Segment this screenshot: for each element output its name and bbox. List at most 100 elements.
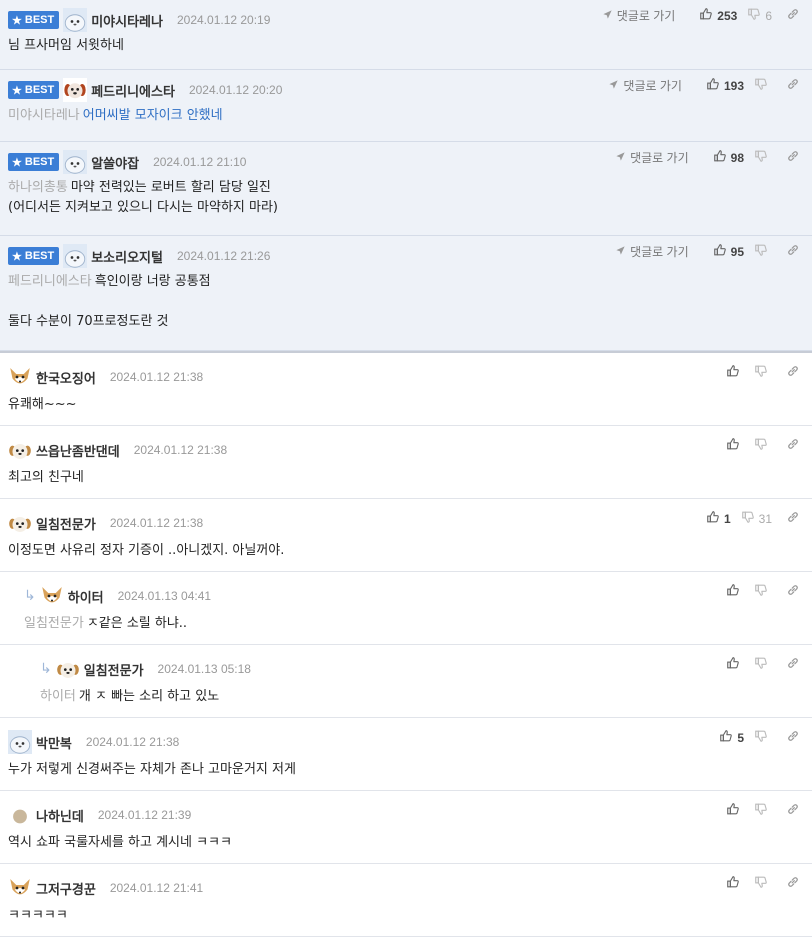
puppy-avatar [8, 438, 32, 462]
downvote-button[interactable] [754, 802, 772, 819]
author-nickname[interactable]: 나하닌데 [36, 806, 84, 825]
upvote-button[interactable]: 95 [713, 243, 744, 260]
seal-avatar [8, 730, 32, 754]
link-icon[interactable] [786, 7, 800, 24]
link-icon[interactable] [786, 583, 800, 600]
comment-body: 최고의 친구네 [8, 468, 804, 488]
best-comment: ★ BEST 페드리니에스타 2024.01.12 20:20 미야시타레나 어머씨발 모… [0, 70, 812, 142]
seal-avatar [63, 244, 88, 268]
upvote-button[interactable] [726, 583, 744, 600]
comment-actions: 5 [709, 729, 800, 746]
downvote-button[interactable]: 6 [747, 7, 772, 24]
star-icon: ★ [12, 84, 22, 97]
upvote-button[interactable] [726, 802, 744, 819]
comment-line: 둘다 수분이 70프로정도란 것 [8, 312, 804, 332]
goto-comment-link[interactable]: 댓글로 가기 [615, 149, 689, 166]
reply-target[interactable]: 일침전문가 [24, 616, 84, 631]
upvote-button[interactable]: 193 [706, 77, 744, 94]
author-nickname[interactable]: 일침전문가 [84, 660, 144, 679]
author-nickname[interactable]: 일침전문가 [36, 514, 96, 533]
upvote-button[interactable] [726, 875, 744, 892]
thumbs-down-icon [754, 243, 772, 260]
thumbs-down-icon [754, 729, 772, 746]
comment-text: 님 프사머임 서윗하네 [8, 38, 124, 53]
best-badge-label: BEST [24, 156, 55, 168]
upvote-count: 253 [717, 8, 738, 23]
thumbs-down-icon [741, 510, 759, 527]
comment-actions: 댓글로 가기 95 [615, 243, 800, 260]
link-icon[interactable] [786, 510, 800, 527]
thumbs-down-icon [754, 656, 772, 673]
downvote-button[interactable] [754, 77, 772, 94]
comment: 박만복 2024.01.12 21:38 누가 저렇게 신경써주는 자체가 존나 고… [0, 718, 812, 791]
reply-target[interactable]: 하이터 [40, 689, 76, 704]
link-icon[interactable] [786, 802, 800, 819]
link-icon[interactable] [786, 437, 800, 454]
goto-comment-link[interactable]: 댓글로 가기 [608, 77, 682, 94]
upvote-count: 98 [730, 150, 744, 165]
comment-text: 어머씨발 모자이크 안했네 [82, 108, 223, 123]
author-nickname[interactable]: 미야시타레나 [91, 11, 163, 30]
downvote-button[interactable] [754, 437, 772, 454]
author-nickname[interactable]: 페드리니에스타 [91, 81, 175, 100]
link-icon[interactable] [786, 364, 800, 381]
downvote-button[interactable] [754, 656, 772, 673]
thumbs-up-icon [706, 510, 724, 527]
thumbs-up-icon [726, 437, 744, 454]
upvote-count: 95 [730, 244, 744, 259]
upvote-count: 1 [723, 511, 731, 526]
goto-comment-link[interactable]: 댓글로 가기 [602, 7, 675, 24]
author-nickname[interactable]: 박만복 [36, 733, 72, 752]
downvote-button[interactable] [754, 875, 772, 892]
thumbs-up-icon [726, 656, 744, 673]
reply-comment: ↳ 일침전문가 2024.01.13 05:18 하이터 개 ㅈ 빠는 소리 하고 있노 [0, 645, 812, 718]
downvote-button[interactable]: 31 [741, 510, 772, 527]
reply-target[interactable]: 페드리니에스타 [8, 274, 92, 289]
downvote-button[interactable] [754, 364, 772, 381]
comment-actions [716, 364, 800, 381]
upvote-button[interactable] [726, 437, 744, 454]
thumbs-down-icon [754, 364, 772, 381]
comment-body: 미야시타레나 어머씨발 모자이크 안했네 [8, 106, 804, 126]
comment-actions: 댓글로 가기 253 6 [602, 7, 800, 24]
author-nickname[interactable]: 그저구경꾼 [36, 879, 96, 898]
comment-header: 일침전문가 2024.01.12 21:38 [8, 511, 804, 535]
reply-arrow-icon: ↳ [24, 588, 36, 604]
author-nickname[interactable]: 하이터 [68, 587, 104, 606]
goto-comment-label: 댓글로 가기 [630, 245, 689, 259]
author-nickname[interactable]: 쓰읍난좀반댄데 [36, 441, 120, 460]
best-comments-section: ★ BEST 미야시타레나 2024.01.12 20:19 님 프사머임 서윗하네 댓글… [0, 0, 812, 353]
downvote-button[interactable] [754, 583, 772, 600]
link-icon[interactable] [786, 149, 800, 166]
comment-date: 2024.01.12 21:39 [97, 808, 192, 822]
upvote-button[interactable] [726, 364, 744, 381]
downvote-button[interactable] [754, 729, 772, 746]
comment-date: 2024.01.12 21:26 [176, 249, 271, 263]
link-icon[interactable] [786, 77, 800, 94]
author-nickname[interactable]: 한국오징어 [36, 368, 96, 387]
goto-comment-link[interactable]: 댓글로 가기 [615, 243, 689, 260]
reply-target[interactable]: 미야시타레나 [8, 108, 80, 123]
upvote-button[interactable]: 5 [719, 729, 744, 746]
comment-text: 역시 쇼파 국룰자세를 하고 계시네 ㅋㅋㅋ [8, 835, 232, 850]
star-icon: ★ [12, 250, 22, 263]
comment-actions: 댓글로 가기 98 [615, 149, 800, 166]
link-icon[interactable] [786, 875, 800, 892]
link-icon[interactable] [786, 729, 800, 746]
comment-header: 쓰읍난좀반댄데 2024.01.12 21:38 [8, 438, 804, 462]
author-nickname[interactable]: 보소리오지털 [91, 247, 163, 266]
upvote-button[interactable]: 98 [713, 149, 744, 166]
downvote-button[interactable] [754, 243, 772, 260]
reply-target[interactable]: 하나의총통 [8, 180, 68, 195]
upvote-button[interactable]: 1 [706, 510, 731, 527]
upvote-button[interactable] [726, 656, 744, 673]
link-icon[interactable] [786, 243, 800, 260]
downvote-button[interactable] [754, 149, 772, 166]
link-icon[interactable] [786, 656, 800, 673]
upvote-button[interactable]: 253 [699, 7, 737, 24]
author-nickname[interactable]: 알쓸야잡 [91, 153, 139, 172]
best-badge: ★ BEST [8, 81, 60, 99]
upvote-count: 5 [737, 730, 744, 745]
comment-date: 2024.01.12 21:41 [109, 881, 204, 895]
seal-avatar [63, 8, 88, 32]
